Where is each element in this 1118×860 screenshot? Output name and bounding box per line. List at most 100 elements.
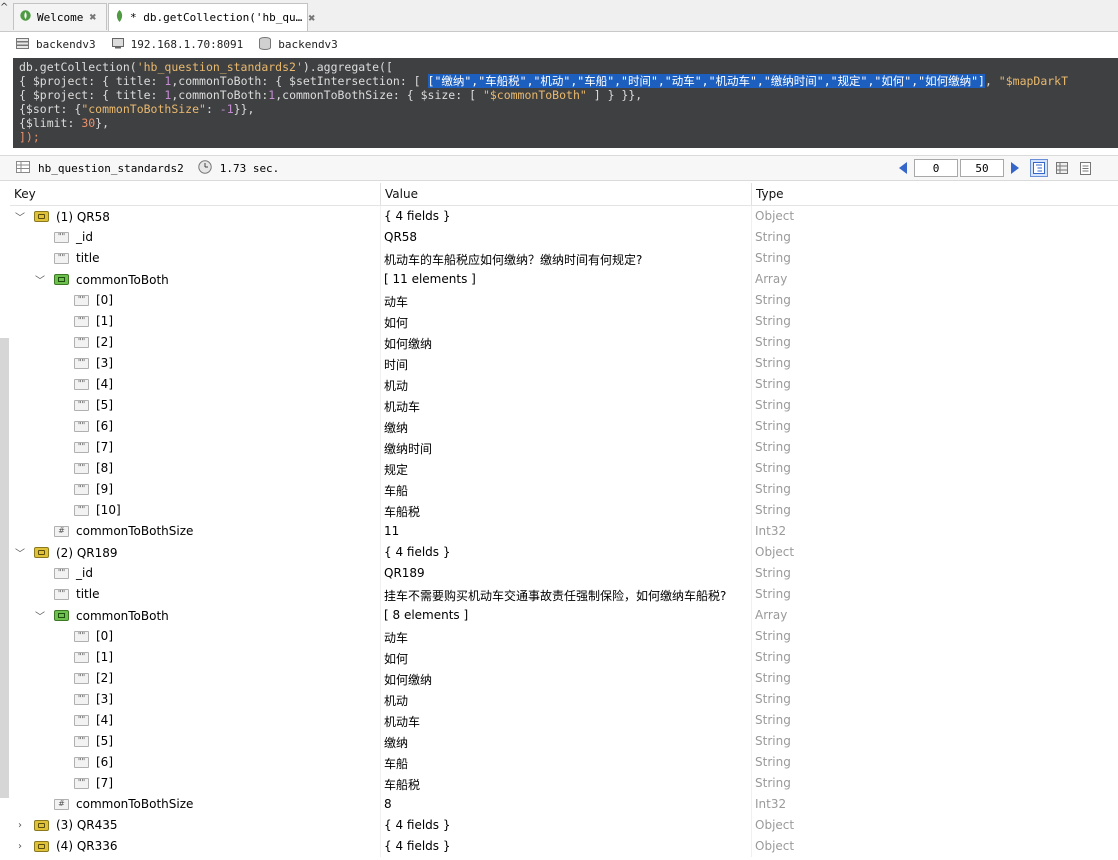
editor-line-3: { $project: { title: 1,commonToBoth:1,co… — [19, 88, 643, 102]
tree-row[interactable]: "" [8] 规定 String — [10, 458, 1118, 479]
tree-row[interactable]: "" title 机动车的车船税应如何缴纳？缴纳时间有何规定? String — [10, 248, 1118, 269]
value-text: 8 — [384, 797, 392, 811]
column-divider[interactable] — [380, 183, 381, 205]
tree-key: "" [1] — [54, 650, 113, 664]
tree-row[interactable]: "" [7] 缴纳时间 String — [10, 437, 1118, 458]
string-icon: "" — [54, 567, 69, 579]
column-divider — [751, 731, 752, 752]
type-text: String — [755, 230, 791, 244]
tree-row[interactable]: "" title 挂车不需要购买机动车交通事故责任强制保险，如何缴纳车船税? Stri… — [10, 584, 1118, 605]
key-text: [9] — [96, 482, 113, 496]
value-text: 如何缴纳 — [384, 673, 433, 687]
collapse-icon[interactable]: ﹀ — [14, 209, 26, 224]
type-text: String — [755, 251, 791, 265]
tree-row[interactable]: ﹀ commonToBoth [ 8 elements ] Array — [10, 605, 1118, 626]
column-divider — [751, 332, 752, 353]
left-scrollbar[interactable] — [0, 338, 9, 798]
tree-row[interactable]: "" [2] 如何缴纳 String — [10, 332, 1118, 353]
expand-icon[interactable]: › — [14, 841, 26, 852]
type-text: String — [755, 461, 791, 475]
key-text: commonToBothSize — [76, 797, 194, 811]
expand-icon[interactable]: › — [14, 820, 26, 831]
tree-row[interactable]: "" [5] 缴纳 String — [10, 731, 1118, 752]
column-divider — [380, 248, 381, 269]
type-text: Object — [755, 818, 795, 832]
close-icon[interactable]: ✖ — [308, 11, 315, 25]
tree-row[interactable]: "" [10] 车船税 String — [10, 500, 1118, 521]
page-size-input[interactable] — [960, 159, 1004, 177]
tree-key: "" [6] — [54, 755, 113, 769]
column-divider[interactable] — [751, 183, 752, 205]
text-view-icon[interactable] — [1076, 159, 1094, 177]
tree-view-icon[interactable] — [1030, 159, 1048, 177]
type-text: Int32 — [755, 797, 787, 811]
tree-row[interactable]: "" [2] 如何缴纳 String — [10, 668, 1118, 689]
tree-row[interactable]: ﹀ (2) QR189 { 4 fields } Object — [10, 542, 1118, 563]
collection-icon — [16, 161, 30, 176]
tree-row[interactable]: "" [1] 如何 String — [10, 647, 1118, 668]
object-icon — [34, 547, 49, 558]
tree-row[interactable]: # commonToBothSize 11 Int32 — [10, 521, 1118, 542]
close-icon[interactable]: ✖ — [89, 10, 96, 24]
tree-row[interactable]: "" [4] 机动车 String — [10, 710, 1118, 731]
type-text: String — [755, 671, 791, 685]
tree-row[interactable]: "" [3] 时间 String — [10, 353, 1118, 374]
column-divider — [380, 794, 381, 815]
type-text: String — [755, 377, 791, 391]
query-editor[interactable]: db.getCollection('hb_question_standards2… — [13, 58, 1118, 148]
tree-row[interactable]: › (4) QR336 { 4 fields } Object — [10, 836, 1118, 857]
column-divider — [751, 374, 752, 395]
tree-row[interactable]: › (3) QR435 { 4 fields } Object — [10, 815, 1118, 836]
value-text: 如何缴纳 — [384, 337, 433, 351]
column-divider — [380, 668, 381, 689]
tree-row[interactable]: ﹀ commonToBoth [ 11 elements ] Array — [10, 269, 1118, 290]
value-text: 机动 — [384, 379, 409, 393]
tree-key: "" [10] — [54, 503, 121, 517]
value-text: QR58 — [384, 230, 418, 244]
tree-row[interactable]: "" [6] 车船 String — [10, 752, 1118, 773]
collapse-icon[interactable]: ﹀ — [34, 272, 46, 287]
tree-row[interactable]: "" _id QR58 String — [10, 227, 1118, 248]
tree-row[interactable]: "" [4] 机动 String — [10, 374, 1118, 395]
table-view-icon[interactable] — [1053, 159, 1071, 177]
tree-row[interactable]: "" _id QR189 String — [10, 563, 1118, 584]
key-text: [3] — [96, 692, 113, 706]
column-divider — [751, 626, 752, 647]
tree-row[interactable]: "" [0] 动车 String — [10, 626, 1118, 647]
scroll-up-icon[interactable]: ^ — [0, 0, 9, 20]
key-column-header[interactable]: Key — [14, 187, 36, 201]
tree-row[interactable]: "" [3] 机动 String — [10, 689, 1118, 710]
tree-key: "" [4] — [54, 377, 113, 391]
tree-row[interactable]: "" [7] 车船税 String — [10, 773, 1118, 794]
tree-row[interactable]: "" [0] 动车 String — [10, 290, 1118, 311]
tree-key: › (4) QR336 — [14, 839, 118, 853]
collapse-icon[interactable]: ﹀ — [34, 608, 46, 623]
collapse-icon[interactable]: ﹀ — [14, 545, 26, 560]
next-page-icon[interactable] — [1011, 162, 1019, 174]
editor-line-1: db.getCollection('hb_question_standards2… — [19, 60, 393, 74]
type-text: String — [755, 713, 791, 727]
database-icon — [259, 36, 272, 53]
server-address[interactable]: 192.168.1.70:8091 — [111, 37, 243, 52]
column-divider — [751, 206, 752, 227]
value-column-header[interactable]: Value — [385, 187, 418, 201]
tree-row[interactable]: ﹀ (1) QR58 { 4 fields } Object — [10, 206, 1118, 227]
tab-query[interactable]: * db.getCollection('hb_qu… ✖ — [108, 3, 315, 31]
column-divider — [751, 563, 752, 584]
tree-row[interactable]: "" [5] 机动车 String — [10, 395, 1118, 416]
tree-row[interactable]: "" [9] 车船 String — [10, 479, 1118, 500]
previous-page-icon[interactable] — [899, 162, 907, 174]
connection-name[interactable]: backendv3 — [16, 37, 96, 52]
database-name[interactable]: backendv3 — [259, 36, 338, 53]
column-divider — [380, 773, 381, 794]
tree-row[interactable]: "" [6] 缴纳 String — [10, 416, 1118, 437]
type-text: Int32 — [755, 524, 787, 538]
tab-welcome[interactable]: Welcome ✖ — [13, 3, 107, 30]
type-column-header[interactable]: Type — [756, 187, 784, 201]
page-start-input[interactable] — [914, 159, 958, 177]
value-text: 机动 — [384, 694, 409, 708]
tree-row[interactable]: "" [1] 如何 String — [10, 311, 1118, 332]
tree-row[interactable]: # commonToBothSize 8 Int32 — [10, 794, 1118, 815]
tree-key: "" title — [34, 587, 99, 601]
tree-key: # commonToBothSize — [34, 524, 193, 538]
